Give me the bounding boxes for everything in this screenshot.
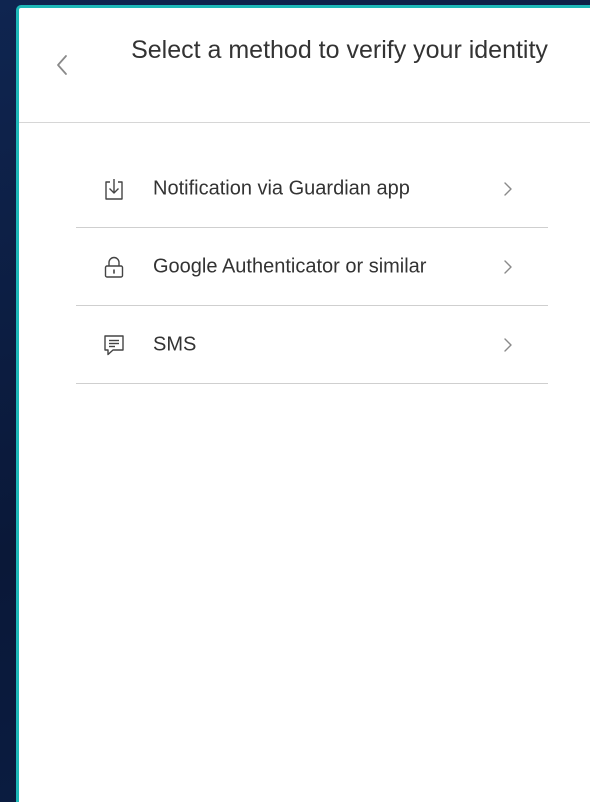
method-label: SMS: [153, 333, 197, 355]
chevron-right-icon: [502, 258, 514, 276]
chevron-right-icon: [502, 336, 514, 354]
method-authenticator-app[interactable]: Google Authenticator or similar: [76, 228, 548, 306]
verify-method-panel: Select a method to verify your identity …: [16, 5, 590, 802]
back-button[interactable]: [51, 52, 73, 78]
download-icon: [102, 177, 126, 201]
method-label: Google Authenticator or similar: [153, 255, 427, 277]
method-list: Notification via Guardian app Google Aut…: [76, 151, 548, 384]
lock-icon: [102, 255, 126, 279]
message-icon: [102, 333, 126, 357]
chevron-right-icon: [502, 180, 514, 198]
panel-header: Select a method to verify your identity: [19, 8, 590, 123]
page-title: Select a method to verify your identity: [131, 36, 548, 64]
chevron-left-icon: [57, 55, 67, 75]
method-label: Notification via Guardian app: [153, 177, 410, 200]
method-sms[interactable]: SMS: [76, 306, 548, 384]
method-guardian-notification[interactable]: Notification via Guardian app: [76, 151, 548, 228]
